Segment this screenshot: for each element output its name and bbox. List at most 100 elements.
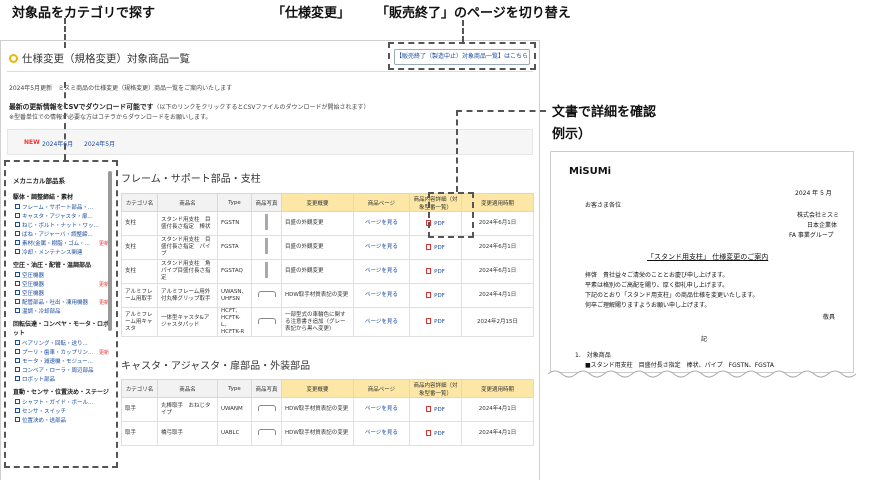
product-photo [251,211,282,236]
doc-para-1: 拝啓 貴社益々ご清栄のこととお慶び申し上げます。 [585,272,729,279]
pdf-icon [426,291,432,298]
product-table-caster: カテゴリ名 商品名 Type 商品写真 変更概要 商品ページ 商品内容詳細（対象型番一覧）変… [121,379,534,446]
pdf-icon [426,243,432,250]
table-cell: 2024年4月1日 [461,397,534,422]
product-image-icon [265,214,268,230]
product-image-icon [265,238,268,254]
doc-para-4: 何卒ご理解賜りますようお願い申し上げます。 [585,302,711,309]
product-photo [251,421,282,446]
table-cell: HDW取手材質表記の変更 [281,283,354,308]
table-cell: 橋弓取手 [157,421,218,446]
pdf-label: PDF [434,319,445,325]
connector-line [456,110,546,112]
table-cell: 支柱 [121,235,158,260]
table-cell: HDW取手材質表記の変更 [281,397,354,422]
table-header-cell: 商品名 [157,379,218,398]
table-cell: 取手 [121,421,158,446]
intro-text: 2024年5月更新 ミスミ商品の仕様変更（規格変更）商品一覧をご案内いたします [9,85,233,92]
product-photo [251,397,282,422]
product-page-link[interactable]: ページを見る [353,307,410,337]
table-header-cell: 商品写真 [251,193,282,212]
table-header-cell: 変更概要 [281,193,354,212]
pdf-link[interactable]: PDF [409,397,462,422]
table-cell: 2024年6月1日 [461,235,534,260]
product-page-link[interactable]: ページを見る [353,259,410,284]
product-page-link[interactable]: ページを見る [353,421,410,446]
pdf-icon [426,429,432,436]
highlight-sidebar [4,160,118,468]
pdf-link[interactable]: PDF [409,421,462,446]
annotation-document-line1: 文書で詳細を確認 [552,105,657,120]
table-cell: 2024年4月1日 [461,421,534,446]
pdf-icon [426,318,432,324]
table-cell: アルミフレーム用キャスタ [121,307,158,337]
pdf-label: PDF [434,430,445,437]
table-cell: HCFT、HCFTK-L、HCFTK-R [217,307,252,337]
date-link-june[interactable]: 2024年6月 [42,139,73,148]
doc-sender-1: 株式会社ミスミ [797,212,840,219]
doc-para-3: 下記のとおり「スタンド用支柱」の商品仕様を変更いたします。 [585,292,759,299]
doc-para-2: 平素は格別のご高配を賜り、厚く御礼申し上げます。 [585,282,729,289]
pdf-link[interactable]: PDF [409,307,462,337]
highlight-switch-button [388,42,536,70]
title-divider [7,71,533,72]
table-header-cell: カテゴリ名 [121,379,158,398]
page-title-text: 仕様変更（規格変更）対象商品一覧 [22,53,190,65]
table-cell: アルミフレーム用取手 [121,283,158,308]
annotation-document: 文書で詳細を確認 例示） [552,102,656,146]
doc-sender-3: FA 事業グループ [789,232,834,239]
product-photo [251,259,282,284]
product-image-icon [257,405,276,411]
table-row: 支柱 スタンド用支柱 角パイプ目盛付長さ指定 FGSTAQ 目盛の外観変更 ページを見る… [121,259,534,284]
table-header-cell: Type [217,193,252,212]
product-photo [251,307,282,337]
table-row: アルミフレーム用取手 アルミフレーム用外付丸棒グリップ取手 UWASN、UHFSN H… [121,283,534,308]
table-header-cell: 変更概要 [281,379,354,398]
table-cell: アルミフレーム用外付丸棒グリップ取手 [157,283,218,308]
date-selector-bar: NEW 2024年6月 2024年5月 [7,129,533,155]
section-title-caster: キャスタ・アジャスタ・扉部品・外装部品 [121,361,311,372]
table-cell: スタンド用支柱 目盛付長さ指定 棒状 [157,211,218,236]
doc-closing: 敬具 [823,314,836,321]
pdf-label: PDF [434,244,445,251]
table-cell: スタンド用支柱 目盛付長さ指定 パイプ [157,235,218,260]
date-link-may[interactable]: 2024年5月 [84,139,115,148]
product-page-link[interactable]: ページを見る [353,235,410,260]
product-image-icon [265,262,268,278]
product-page-link[interactable]: ページを見る [353,283,410,308]
pdf-link[interactable]: PDF [409,283,462,308]
table-cell: 2024年4月1日 [461,283,534,308]
product-page-link[interactable]: ページを見る [353,397,410,422]
table-header-row: カテゴリ名 商品名 Type 商品写真 変更概要 商品ページ 商品内容詳細（対象型番一覧）変… [121,379,534,398]
new-badge: NEW [24,139,40,146]
pdf-label: PDF [434,268,445,275]
pdf-label: PDF [434,292,445,299]
table-cell: 目盛の外観変更 [281,235,354,260]
table-header-cell: 商品写真 [251,379,282,398]
connector-line [64,18,66,48]
table-header-cell: 商品名 [157,193,218,212]
section-title-frame: フレーム・サポート部品・支柱 [121,174,261,185]
table-cell: FGSTN [217,211,252,236]
product-photo [251,235,282,260]
annotation-spec-change: 「仕様変更」 [272,6,351,21]
doc-recipient: お客さま各位 [585,202,622,209]
table-header-cell: 変更適用時期 [461,379,534,398]
table-cell: 2024年6月1日 [461,259,534,284]
table-cell: HDW取手材質表記の変更 [281,421,354,446]
pdf-link[interactable]: PDF [409,259,462,284]
product-image-icon [257,429,276,435]
product-photo [251,283,282,308]
table-cell: FGSTA [217,235,252,260]
table-row: アルミフレーム用キャスタ 一体型キャスタ&アジャスタパッド HCFT、HCFTK-L… [121,307,534,337]
table-cell: 取手 [121,397,158,422]
product-page-link[interactable]: ページを見る [353,211,410,236]
highlight-pdf-column [428,192,474,238]
document-preview: MiSUMi 2024 年 5 月 お客さま各位 株式会社ミスミ 日本企業体 F… [550,151,854,373]
misumi-logo: MiSUMi [569,166,612,177]
table-cell: スタンド用支柱 角パイプ目盛付長さ指定 [157,259,218,284]
table-header-cell: 商品ページ [353,193,410,212]
pdf-link[interactable]: PDF [409,235,462,260]
table-cell: 目盛の外観変更 [281,211,354,236]
annotation-discontinued-switch: 「販売終了」のページを切り替え [376,6,571,21]
